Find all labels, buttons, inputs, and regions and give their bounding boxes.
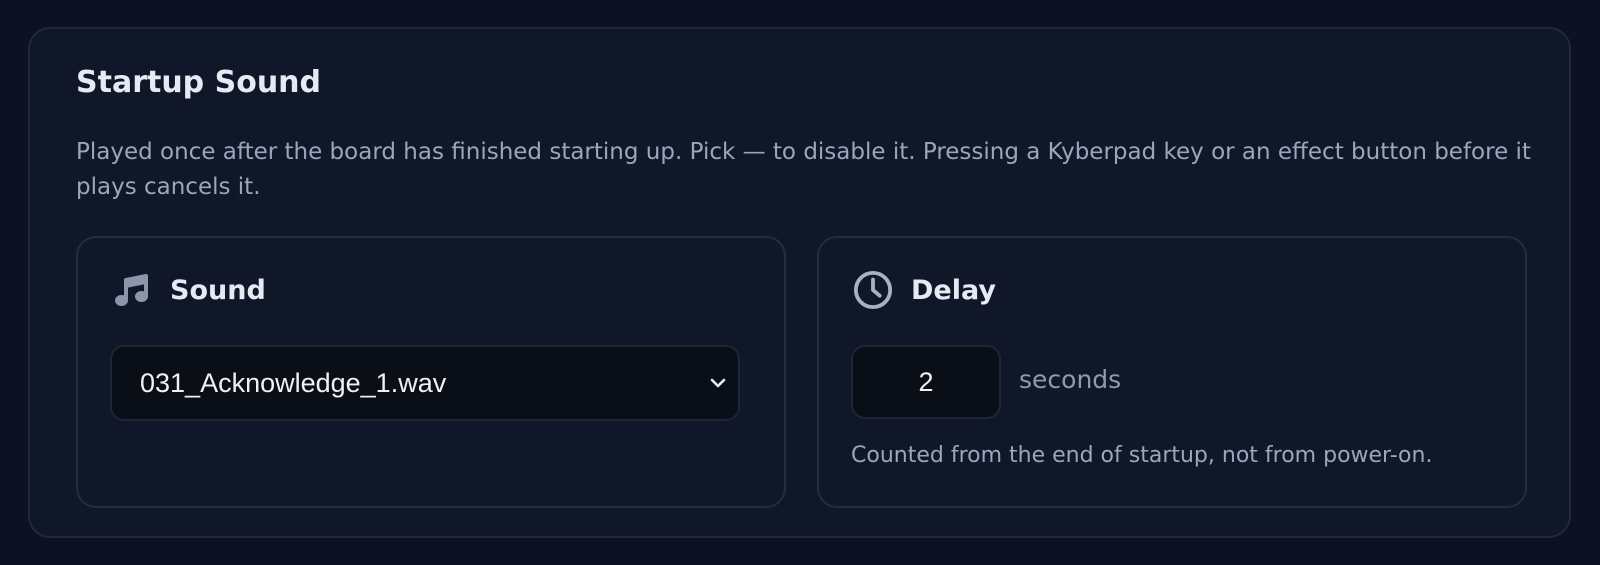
sound-card: Sound 031_Acknowledge_1.wav (76, 236, 786, 508)
music-note-icon (112, 270, 152, 310)
delay-card-header: Delay (853, 270, 996, 310)
startup-sound-panel: Startup Sound Played once after the boar… (28, 27, 1571, 538)
delay-card: Delay 2 seconds Counted from the end of … (817, 236, 1527, 508)
delay-unit-label: seconds (1019, 365, 1122, 394)
sound-card-header: Sound (112, 270, 266, 310)
delay-card-label: Delay (911, 274, 996, 306)
sound-select-value: 031_Acknowledge_1.wav (140, 367, 447, 398)
sound-card-label: Sound (170, 274, 266, 306)
delay-hint: Counted from the end of startup, not fro… (851, 443, 1433, 468)
delay-seconds-input[interactable]: 2 (851, 345, 1001, 419)
section-title: Startup Sound (76, 65, 322, 100)
chevron-down-icon (708, 373, 728, 393)
sound-select[interactable]: 031_Acknowledge_1.wav (110, 345, 740, 421)
clock-icon (853, 270, 893, 310)
delay-seconds-value: 2 (918, 366, 934, 397)
section-description: Played once after the board has finished… (76, 139, 1531, 200)
